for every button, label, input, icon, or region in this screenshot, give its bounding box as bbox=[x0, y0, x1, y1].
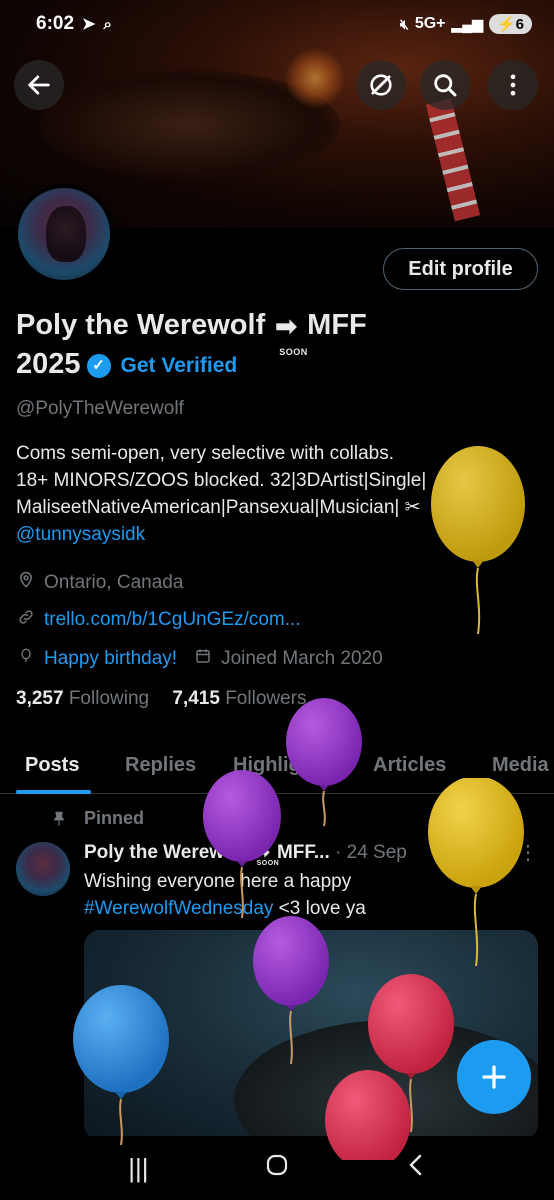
joined-text: Joined March 2020 bbox=[221, 647, 383, 669]
signal-icon: ▂▄▆ bbox=[451, 15, 483, 32]
following-count: 3,257 bbox=[16, 688, 64, 709]
more-button[interactable] bbox=[488, 60, 538, 110]
profile-bio: Coms semi-open, very selective with coll… bbox=[16, 440, 526, 548]
balloon-icon bbox=[16, 646, 36, 671]
arrow-left-icon bbox=[28, 75, 50, 95]
search-button[interactable] bbox=[420, 60, 470, 110]
profile-handle: @PolyTheWerewolf bbox=[16, 398, 184, 419]
post-more-icon[interactable]: ⋮ bbox=[518, 840, 538, 865]
bio-line-3: MaliseetNativeAmerican|Pansexual|Musicia… bbox=[16, 497, 421, 518]
post-media-image[interactable] bbox=[84, 930, 538, 1140]
location-pin-icon bbox=[16, 570, 36, 595]
location-text: Ontario, Canada bbox=[44, 571, 184, 593]
followers-link[interactable]: 7,415 Followers bbox=[172, 688, 306, 709]
status-time-group: 6:02 ➤ ⌕ bbox=[36, 13, 112, 35]
banner-light bbox=[285, 48, 345, 108]
profile-tabs: Posts Replies Highlights Articles Media bbox=[0, 746, 554, 794]
grok-button[interactable] bbox=[356, 60, 406, 110]
status-bar: 6:02 ➤ ⌕ 🔇︎ 5G+ ▂▄▆ ⚡6 bbox=[0, 0, 554, 48]
bio-mention-link[interactable]: @tunnysaysidk bbox=[16, 521, 526, 548]
compose-button[interactable] bbox=[457, 1040, 531, 1114]
profile-name-part2: MFF bbox=[307, 309, 367, 341]
birthday-joined-row: Happy birthday! Joined March 2020 bbox=[16, 646, 383, 671]
birthday-link[interactable]: Happy birthday! bbox=[44, 648, 177, 670]
recent-apps-icon[interactable]: ||| bbox=[128, 1153, 148, 1184]
edit-profile-button[interactable]: Edit profile bbox=[383, 248, 538, 290]
telegram-icon: ➤ bbox=[82, 16, 96, 33]
following-label: Following bbox=[68, 688, 150, 709]
website-link[interactable]: trello.com/b/1CgUnGEz/com... bbox=[44, 609, 301, 631]
active-tab-indicator bbox=[16, 790, 91, 794]
follow-stats: 3,257 Following 7,415 Followers bbox=[16, 688, 307, 710]
tab-posts[interactable]: Posts bbox=[25, 754, 79, 777]
following-link[interactable]: 3,257 Following bbox=[16, 688, 149, 709]
search-notification-icon: ⌕ bbox=[103, 15, 112, 33]
profile-avatar[interactable] bbox=[14, 184, 114, 284]
more-vertical-icon bbox=[510, 74, 516, 96]
back-button[interactable] bbox=[14, 60, 64, 110]
system-nav-bar: ||| bbox=[0, 1136, 554, 1200]
mute-icon: 🔇︎ bbox=[400, 15, 409, 32]
pinned-label: Pinned bbox=[84, 808, 145, 828]
post-text-tail: <3 love ya bbox=[273, 898, 366, 919]
tab-articles[interactable]: Articles bbox=[373, 754, 446, 777]
website-row: trello.com/b/1CgUnGEz/com... bbox=[16, 608, 301, 631]
network-label: 5G+ bbox=[414, 15, 446, 32]
tab-highlights[interactable]: Highlights bbox=[233, 754, 331, 777]
grok-icon bbox=[370, 74, 392, 96]
plus-icon bbox=[482, 1065, 506, 1089]
pin-icon bbox=[53, 811, 65, 826]
post-text-line1: Wishing everyone here a happy bbox=[84, 871, 352, 892]
tab-replies[interactable]: Replies bbox=[125, 754, 196, 777]
post-hashtag[interactable]: #WerewolfWednesday bbox=[84, 898, 273, 919]
followers-count: 7,415 bbox=[172, 688, 220, 709]
status-time: 6:02 bbox=[36, 13, 75, 34]
get-verified-link[interactable]: Get Verified bbox=[121, 354, 238, 377]
search-icon bbox=[434, 74, 457, 97]
profile-name-line2: 2025 bbox=[16, 348, 81, 381]
location-row: Ontario, Canada bbox=[16, 570, 183, 595]
soon-arrow-emoji: ➡ SOON bbox=[275, 307, 307, 357]
pinned-label-row: Pinned bbox=[50, 808, 144, 829]
tab-media[interactable]: Media bbox=[492, 754, 549, 777]
soon-label: SOON bbox=[279, 347, 308, 358]
profile-name: Poly the Werewolf ➡ SOON MFF 2025 ✓ Get Ver… bbox=[16, 306, 436, 385]
link-icon bbox=[16, 608, 36, 631]
back-nav-icon[interactable] bbox=[406, 1153, 426, 1184]
banner-flag bbox=[425, 98, 481, 222]
bio-line-2: 18+ MINORS/ZOOS blocked. 32|3DArtist|Sin… bbox=[16, 470, 427, 491]
battery-level: 6 bbox=[515, 16, 524, 33]
post-grok-icon[interactable] bbox=[470, 838, 492, 865]
post-text: Wishing everyone here a happy #WerewolfW… bbox=[84, 868, 524, 922]
battery-indicator: ⚡6 bbox=[488, 14, 532, 34]
post-author-avatar[interactable] bbox=[16, 842, 70, 896]
home-icon[interactable] bbox=[265, 1153, 289, 1184]
verified-badge-icon[interactable]: ✓ bbox=[86, 353, 111, 378]
post-author-name[interactable]: Poly the Werewolf ➡ SOON MFF... bbox=[84, 842, 330, 867]
status-right: 🔇︎ 5G+ ▂▄▆ ⚡6 bbox=[400, 14, 532, 34]
post-date[interactable]: · 24 Sep bbox=[335, 842, 407, 863]
calendar-icon bbox=[193, 647, 213, 670]
profile-name-part1: Poly the Werewolf bbox=[16, 309, 266, 341]
bio-line-1: Coms semi-open, very selective with coll… bbox=[16, 443, 395, 464]
followers-label: Followers bbox=[225, 688, 307, 709]
